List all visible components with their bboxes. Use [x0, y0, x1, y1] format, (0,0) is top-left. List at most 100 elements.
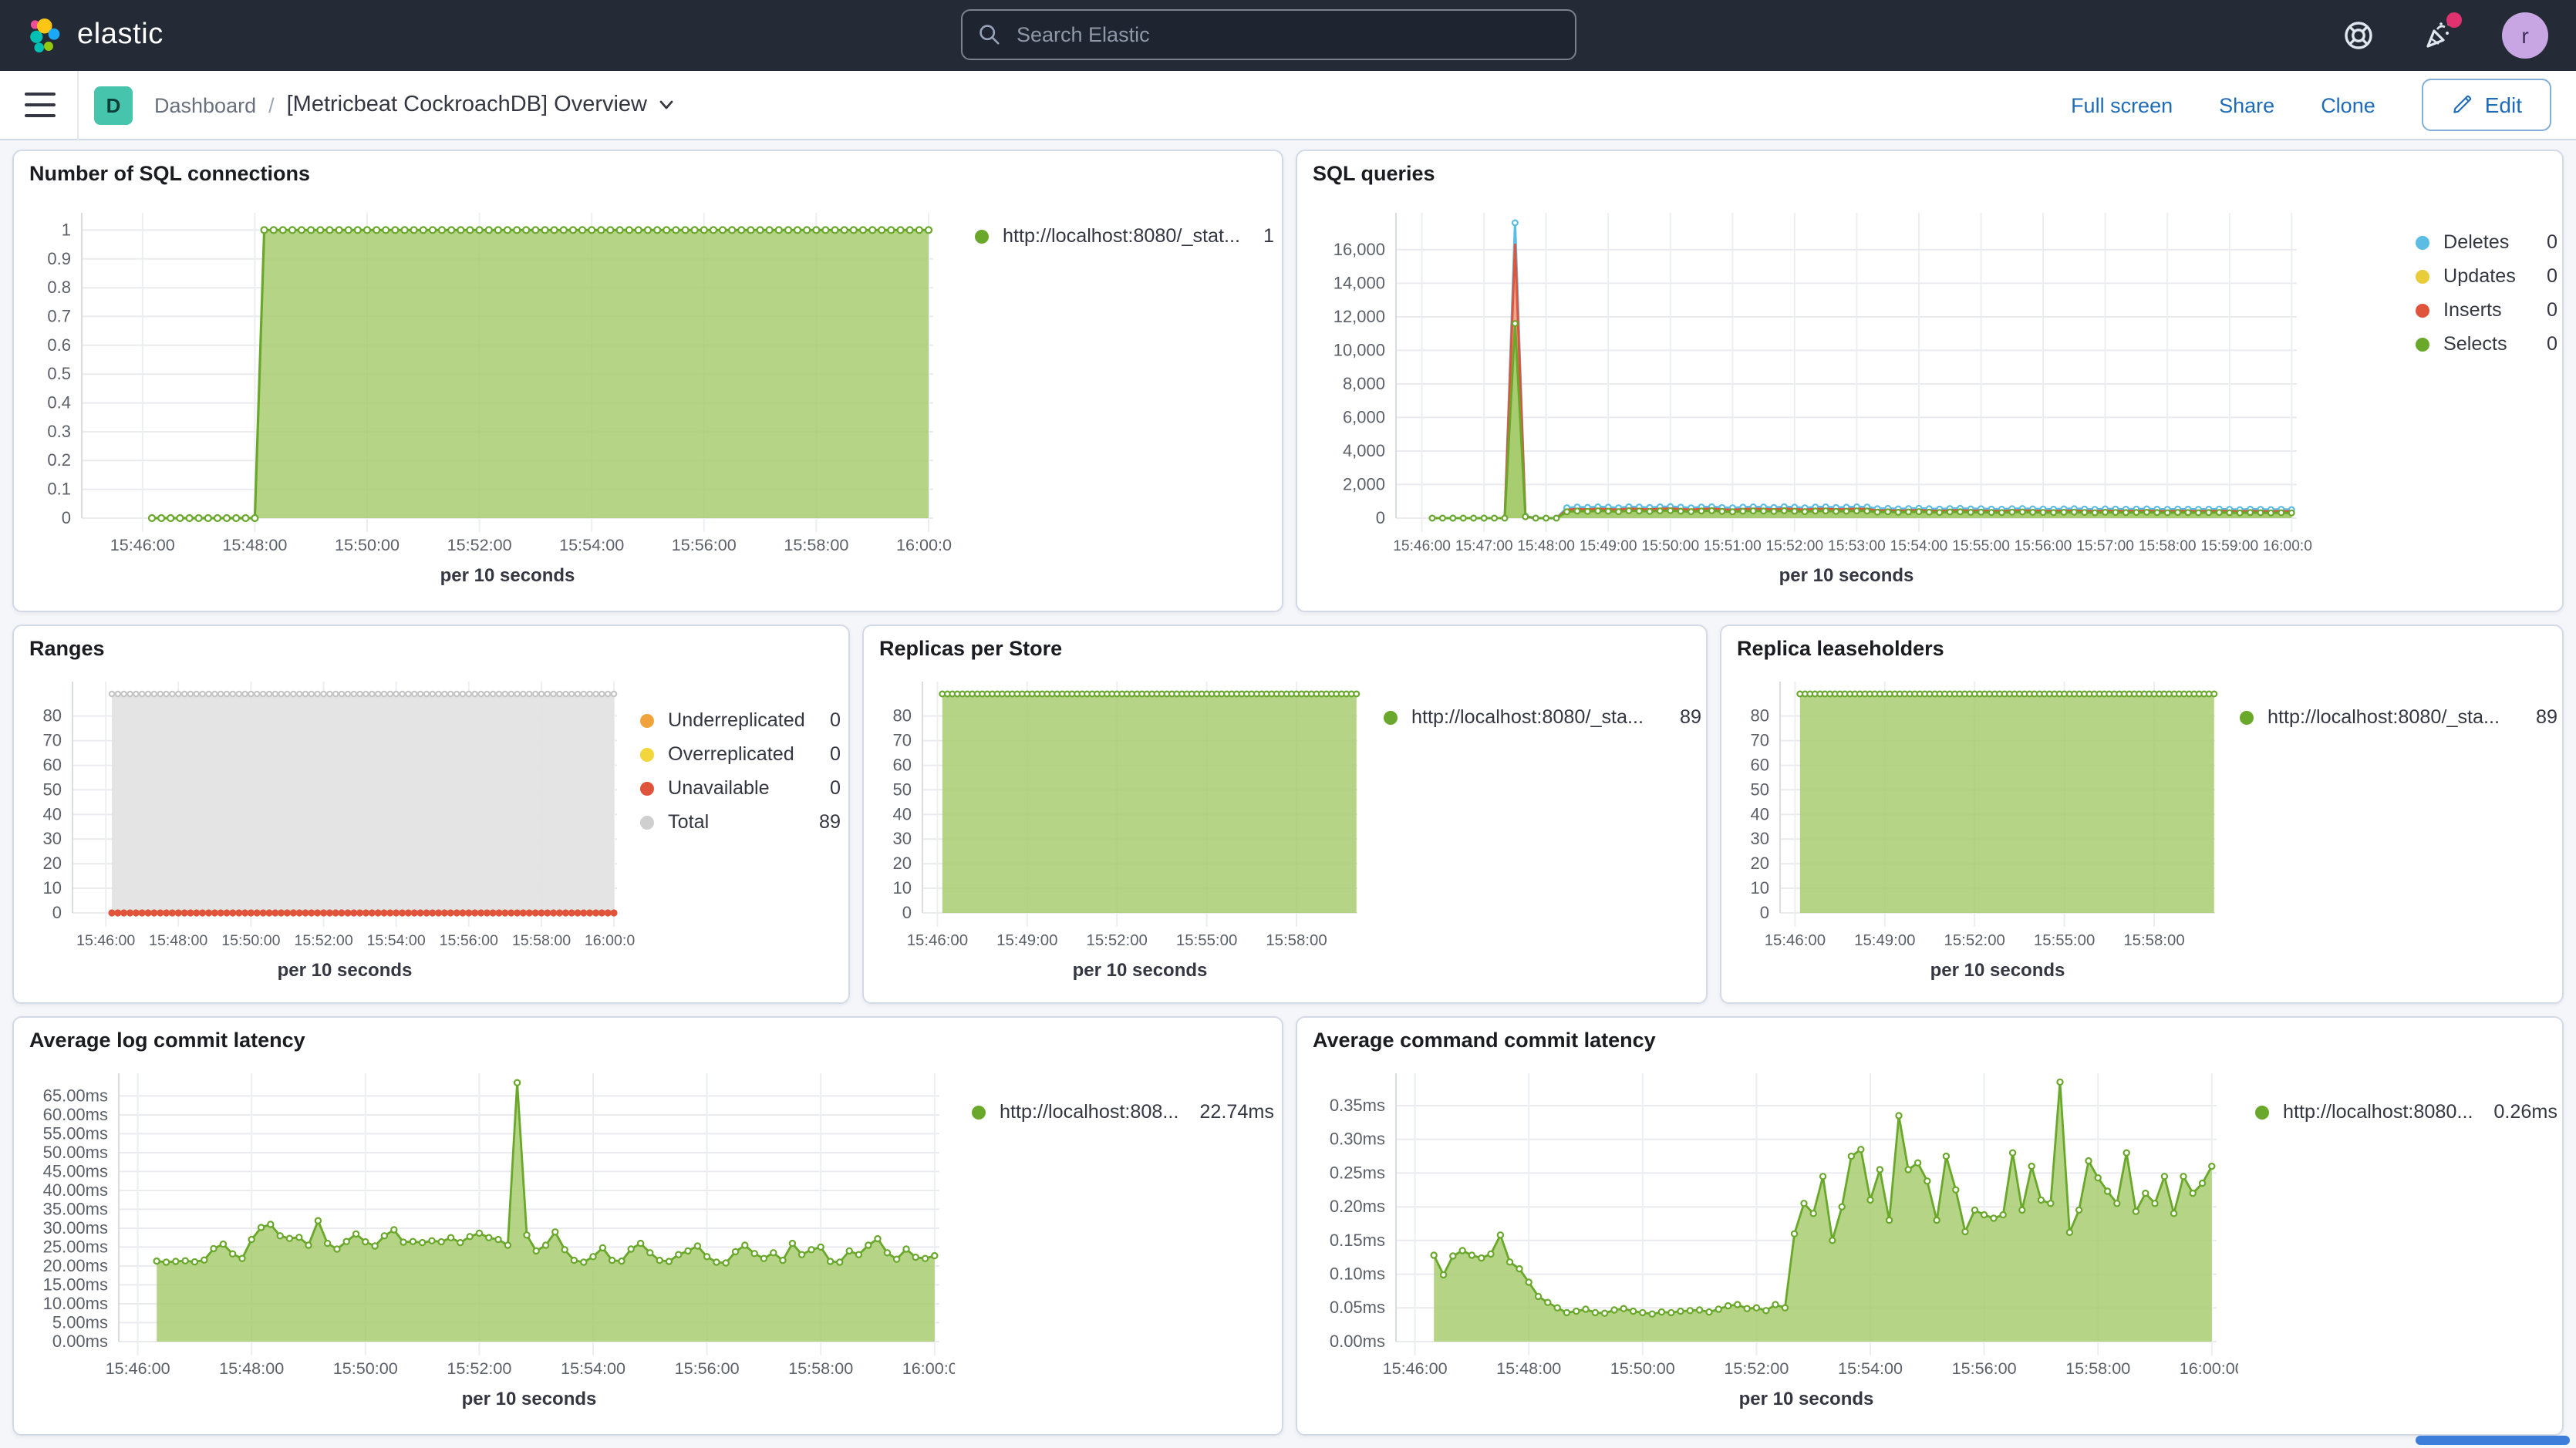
- svg-text:15:50:00: 15:50:00: [1641, 538, 1699, 554]
- svg-text:15:55:00: 15:55:00: [1952, 538, 2010, 554]
- space-badge[interactable]: D: [94, 86, 133, 124]
- menu-hamburger-icon[interactable]: [25, 93, 56, 117]
- svg-text:15:56:00: 15:56:00: [672, 535, 737, 554]
- panel-title: Average log commit latency: [29, 1029, 305, 1052]
- svg-text:15:50:00: 15:50:00: [221, 932, 280, 949]
- elastic-logo-icon: [22, 14, 65, 57]
- full-screen-button[interactable]: Full screen: [2071, 93, 2173, 116]
- news-party-popper-icon[interactable]: [2422, 19, 2456, 52]
- panel-title: Replicas per Store: [879, 637, 1062, 660]
- notification-dot: [2446, 12, 2462, 28]
- legend-item-sql-queries-3[interactable]: Selects 0: [2416, 327, 2557, 361]
- legend-color-dot: [640, 781, 654, 795]
- svg-text:50: 50: [893, 780, 912, 799]
- svg-text:0.25ms: 0.25ms: [1330, 1163, 1385, 1182]
- svg-text:2,000: 2,000: [1343, 474, 1385, 493]
- share-button[interactable]: Share: [2219, 93, 2274, 116]
- svg-text:0: 0: [62, 508, 71, 527]
- panel-title: Number of SQL connections: [29, 162, 310, 185]
- panel-replica-leaseholders: Replica leaseholders8070605040302010015:…: [1720, 625, 2564, 1004]
- legend-color-dot: [640, 747, 654, 761]
- toolbar-divider: [77, 70, 79, 140]
- svg-text:16:00:00: 16:00:00: [585, 932, 636, 949]
- svg-text:15:46:00: 15:46:00: [1383, 1359, 1448, 1378]
- legend-item-sql-queries-0[interactable]: Deletes 0: [2416, 225, 2557, 259]
- avg-log-commit-latency-chart[interactable]: 65.00ms60.00ms55.00ms50.00ms45.00ms40.00…: [26, 1058, 955, 1428]
- legend-value: 1: [1263, 225, 1274, 247]
- svg-text:15:52:00: 15:52:00: [1944, 932, 2005, 949]
- svg-text:per 10 seconds: per 10 seconds: [462, 1389, 597, 1409]
- svg-text:0.9: 0.9: [47, 249, 71, 268]
- svg-text:1: 1: [62, 220, 71, 239]
- svg-text:80: 80: [1751, 706, 1769, 726]
- svg-text:30: 30: [43, 829, 62, 848]
- legend-color-dot: [2416, 269, 2429, 283]
- svg-text:15:58:00: 15:58:00: [2123, 932, 2184, 949]
- svg-text:0.30ms: 0.30ms: [1330, 1130, 1385, 1149]
- help-icon[interactable]: [2342, 19, 2375, 52]
- svg-text:0.3: 0.3: [47, 422, 71, 441]
- legend-item-ranges-2[interactable]: Unavailable 0: [640, 771, 841, 805]
- replica-leaseholders-chart[interactable]: 8070605040302010015:46:0015:49:0015:52:0…: [1734, 666, 2230, 993]
- svg-text:60: 60: [1751, 756, 1769, 775]
- legend-item-replica-leaseholders-0[interactable]: http://localhost:8080/_sta... 89: [2240, 700, 2557, 734]
- legend-item-ranges-3[interactable]: Total 89: [640, 805, 841, 839]
- legend-label: Underreplicated: [668, 709, 814, 731]
- legend-item-avg-command-commit-latency-0[interactable]: http://localhost:8080... 0.26ms: [2255, 1095, 2557, 1129]
- legend-label: http://localhost:8080/_sta...: [1411, 706, 1664, 728]
- panel-title: Replica leaseholders: [1737, 637, 1944, 660]
- svg-text:40: 40: [893, 804, 912, 823]
- edit-button[interactable]: Edit: [2422, 79, 2551, 131]
- svg-text:15:58:00: 15:58:00: [784, 535, 848, 554]
- legend-color-dot: [1384, 710, 1398, 724]
- legend-value: 89: [819, 811, 841, 833]
- replicas-per-store-chart[interactable]: 8070605040302010015:46:0015:49:0015:52:0…: [876, 666, 1373, 993]
- svg-text:50.00ms: 50.00ms: [43, 1143, 108, 1162]
- svg-text:15:58:00: 15:58:00: [2065, 1359, 2130, 1378]
- ranges-chart[interactable]: 8070605040302010015:46:0015:48:0015:50:0…: [26, 666, 636, 993]
- svg-text:0.8: 0.8: [47, 278, 71, 297]
- page-title[interactable]: [Metricbeat CockroachDB] Overview: [287, 93, 675, 117]
- svg-text:15:52:00: 15:52:00: [447, 1359, 511, 1378]
- legend-color-dot: [2416, 235, 2429, 249]
- sql-queries-chart[interactable]: 16,00014,00012,00010,0008,0006,0004,0002…: [1310, 194, 2312, 601]
- legend-item-sql-queries-1[interactable]: Updates 0: [2416, 259, 2557, 293]
- legend-item-ranges-1[interactable]: Overreplicated 0: [640, 737, 841, 771]
- search-input[interactable]: [1013, 22, 1559, 48]
- avg-command-commit-latency-chart[interactable]: 0.35ms0.30ms0.25ms0.20ms0.15ms0.10ms0.05…: [1310, 1058, 2238, 1428]
- legend-value: 89: [1680, 706, 1701, 728]
- legend-item-avg-log-commit-latency-0[interactable]: http://localhost:808... 22.74ms: [972, 1095, 1274, 1129]
- svg-text:40: 40: [1751, 804, 1769, 823]
- svg-text:0.10ms: 0.10ms: [1330, 1264, 1385, 1284]
- svg-text:15:54:00: 15:54:00: [1890, 538, 1948, 554]
- svg-text:15:48:00: 15:48:00: [1496, 1359, 1561, 1378]
- legend-value: 0: [2547, 265, 2557, 287]
- clone-button[interactable]: Clone: [2321, 93, 2375, 116]
- legend-item-ranges-0[interactable]: Underreplicated 0: [640, 703, 841, 737]
- svg-text:30: 30: [1751, 829, 1769, 848]
- svg-text:16:00:00: 16:00:00: [896, 535, 952, 554]
- panel-title: Ranges: [29, 637, 105, 660]
- svg-text:10: 10: [1751, 878, 1769, 897]
- sql-connections-chart[interactable]: 10.90.80.70.60.50.40.30.20.1015:46:0015:…: [26, 194, 952, 601]
- panel-replicas-per-store: Replicas per Store8070605040302010015:46…: [862, 625, 1708, 1004]
- breadcrumb-dashboard-link[interactable]: Dashboard: [154, 93, 256, 116]
- legend-label: http://localhost:8080...: [2283, 1101, 2478, 1123]
- horizontal-scrollbar-thumb[interactable]: [2416, 1436, 2570, 1445]
- legend-item-sql-connections-0[interactable]: http://localhost:8080/_stat... 1: [975, 219, 1274, 253]
- svg-text:15:58:00: 15:58:00: [2139, 538, 2197, 554]
- svg-text:15:52:00: 15:52:00: [1087, 932, 1148, 949]
- breadcrumb-separator: /: [268, 93, 275, 116]
- svg-text:16:00:00: 16:00:00: [2180, 1359, 2238, 1378]
- legend-item-sql-queries-2[interactable]: Inserts 0: [2416, 293, 2557, 327]
- svg-text:15:58:00: 15:58:00: [512, 932, 571, 949]
- legend-item-replicas-per-store-0[interactable]: http://localhost:8080/_sta... 89: [1384, 700, 1701, 734]
- user-avatar[interactable]: r: [2502, 12, 2548, 59]
- panel-sql-queries: SQL queries16,00014,00012,00010,0008,000…: [1296, 150, 2564, 612]
- elastic-logo[interactable]: elastic: [22, 14, 164, 57]
- svg-text:0.35ms: 0.35ms: [1330, 1096, 1385, 1115]
- svg-text:40: 40: [43, 804, 62, 823]
- svg-text:15:56:00: 15:56:00: [675, 1359, 740, 1378]
- global-search[interactable]: [961, 9, 1576, 60]
- legend-label: http://localhost:8080/_sta...: [2267, 706, 2520, 728]
